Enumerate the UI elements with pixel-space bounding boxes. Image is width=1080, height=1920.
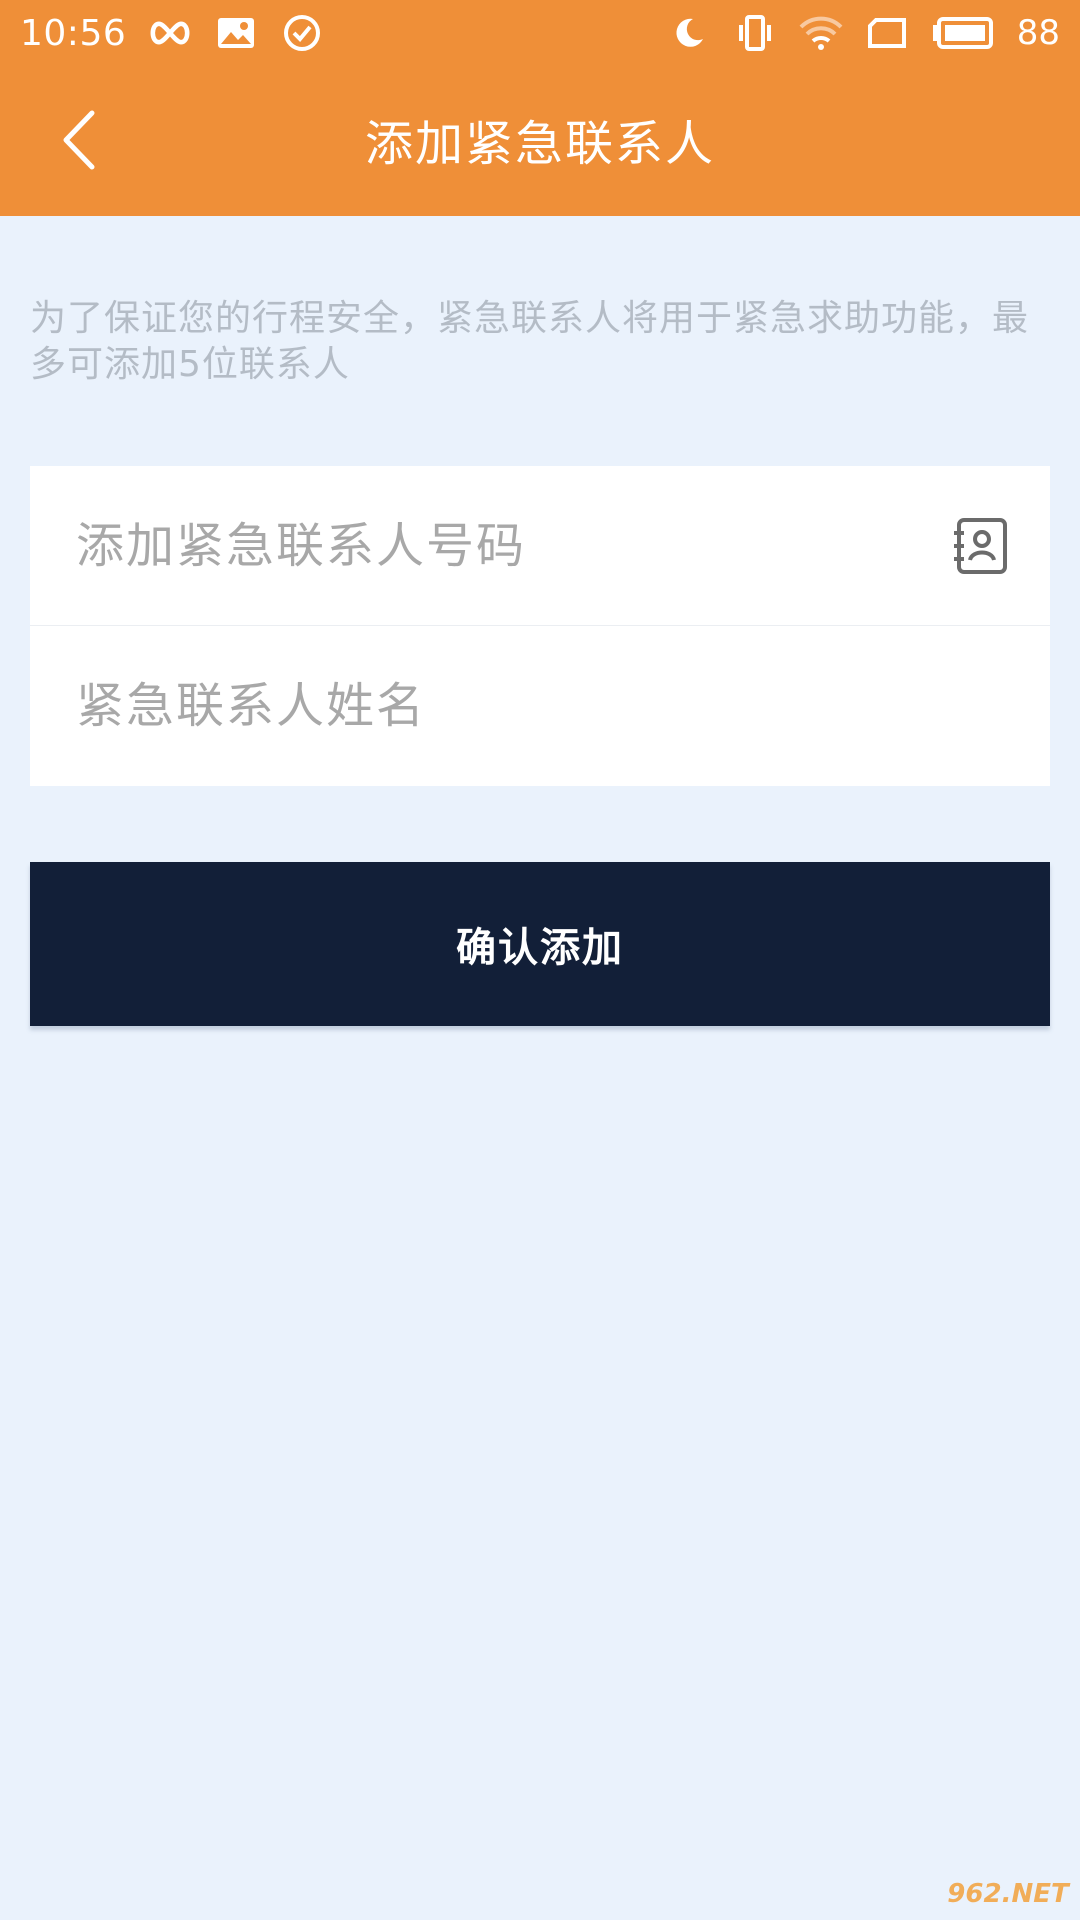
contact-form <box>30 466 1050 786</box>
infinity-icon <box>148 11 192 55</box>
status-left: 10:56 <box>20 11 324 55</box>
status-bar: 10:56 88 <box>0 0 1080 66</box>
check-circle-icon <box>280 11 324 55</box>
status-time: 10:56 <box>20 12 127 54</box>
notice-text: 为了保证您的行程安全，紧急联系人将用于紧急求助功能，最多可添加5位联系人 <box>30 298 1030 385</box>
name-row <box>30 626 1050 786</box>
vibrate-icon <box>733 11 777 55</box>
status-right: 88 <box>667 11 1060 55</box>
name-input[interactable] <box>76 678 936 734</box>
wifi-icon <box>799 11 843 55</box>
moon-icon <box>667 11 711 55</box>
tablet-icon <box>865 11 909 55</box>
contacts-button[interactable] <box>950 516 1010 576</box>
page-title: 添加紧急联系人 <box>364 116 715 172</box>
watermark-logo: 962.NET <box>947 1879 1069 1909</box>
image-icon <box>214 11 258 55</box>
battery-icon <box>931 11 995 55</box>
battery-level: 88 <box>1016 13 1060 53</box>
app-header: 添加紧急联系人 <box>0 66 1080 216</box>
contact-book-icon <box>954 518 1007 574</box>
confirm-add-button[interactable]: 确认添加 <box>30 862 1050 1026</box>
phone-input[interactable] <box>76 517 936 574</box>
phone-row <box>30 466 1050 626</box>
